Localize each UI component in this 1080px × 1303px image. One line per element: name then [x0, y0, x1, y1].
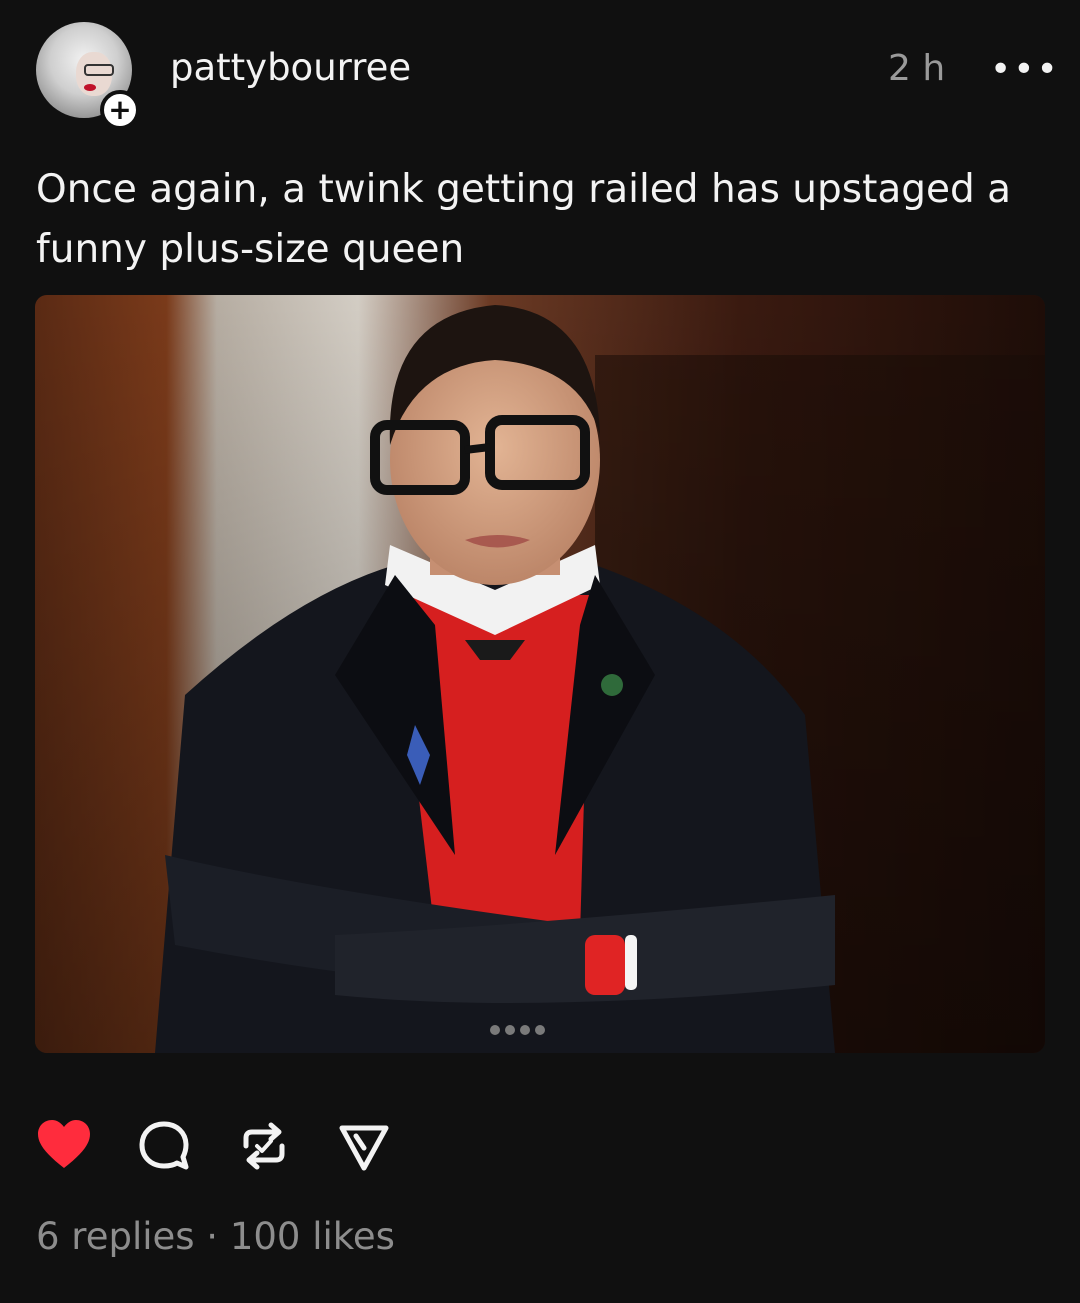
repost-icon[interactable] [236, 1118, 292, 1174]
username[interactable]: pattybourree [170, 46, 411, 89]
share-icon[interactable] [336, 1118, 392, 1174]
more-options-icon[interactable]: ••• [990, 52, 1060, 88]
post-caption: Once again, a twink getting railed has u… [36, 167, 1012, 272]
avatar-glasses [84, 64, 114, 76]
avatar-lips [84, 84, 96, 91]
post-image[interactable] [35, 295, 1045, 1053]
like-icon[interactable] [36, 1118, 92, 1174]
follow-button[interactable]: + [100, 90, 140, 130]
reply-icon[interactable] [136, 1118, 192, 1174]
post-timestamp: 2 h [888, 48, 946, 89]
post-photo-illustration [35, 295, 1045, 1053]
thread-post: + pattybourree 2 h ••• Once again, a twi… [0, 0, 1080, 1303]
post-stats[interactable]: 6 replies · 100 likes [36, 1215, 395, 1258]
